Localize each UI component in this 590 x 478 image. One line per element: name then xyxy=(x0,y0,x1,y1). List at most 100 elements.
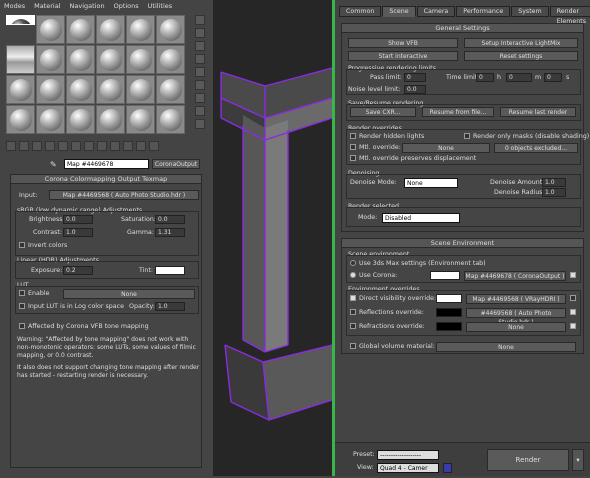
material-type-button[interactable]: CoronaOutput xyxy=(152,159,200,169)
scene-environment-title[interactable]: Scene Environment xyxy=(342,239,583,248)
setup-lightmix-button[interactable]: Setup Interactive LightMix xyxy=(464,38,578,48)
tab-common[interactable]: Common xyxy=(339,6,382,17)
only-masks-checkbox[interactable] xyxy=(464,133,470,141)
corona-env-map-button[interactable]: Map #4469678 ( CoronaOutput ) xyxy=(464,271,566,281)
menu-modes[interactable]: Modes xyxy=(4,2,25,10)
tab-camera[interactable]: Camera xyxy=(416,6,456,17)
material-slot[interactable] xyxy=(156,105,185,134)
sample-type-icon[interactable] xyxy=(195,15,205,25)
start-interactive-button[interactable]: Start interactive xyxy=(348,51,458,61)
pass-limit-input[interactable]: 0 xyxy=(404,73,426,82)
reflections-map-button[interactable]: #4469568 ( Auto Photo Studio.hdr ) xyxy=(466,308,566,326)
refractions-map-checkbox[interactable] xyxy=(570,323,576,331)
hours-input[interactable]: 0 xyxy=(476,73,494,82)
material-slot[interactable] xyxy=(6,15,35,25)
camera-viewport[interactable] xyxy=(213,0,333,476)
show-map-icon[interactable] xyxy=(110,141,120,151)
tab-performance[interactable]: Performance xyxy=(456,6,511,17)
material-slot[interactable] xyxy=(156,75,185,104)
options-icon[interactable] xyxy=(195,93,205,103)
put-to-library-icon[interactable] xyxy=(84,141,94,151)
gamma-input[interactable]: 1.31 xyxy=(155,228,185,237)
reflections-checkbox[interactable] xyxy=(350,309,356,317)
go-to-parent-icon[interactable] xyxy=(136,141,146,151)
tab-system[interactable]: System xyxy=(511,6,549,17)
put-to-scene-icon[interactable] xyxy=(19,141,29,151)
direct-visibility-map-button[interactable]: Map #4469568 ( VRayHDRI ) xyxy=(466,294,566,304)
denoise-radius-input[interactable]: 1.0 xyxy=(542,188,566,197)
resume-last-render-button[interactable]: Resume last render xyxy=(500,107,576,117)
get-material-icon[interactable] xyxy=(6,141,16,151)
preserve-displacement-checkbox[interactable] xyxy=(350,155,356,163)
mtl-override-button[interactable]: None xyxy=(402,143,490,153)
contrast-input[interactable]: 1.0 xyxy=(63,228,93,237)
general-settings-title[interactable]: General Settings xyxy=(342,24,583,33)
material-slot[interactable] xyxy=(96,75,125,104)
render-button[interactable]: Render xyxy=(487,449,569,471)
brightness-input[interactable]: 0.0 xyxy=(63,215,93,224)
material-slot[interactable] xyxy=(96,45,125,74)
lut-log-checkbox[interactable] xyxy=(19,303,25,311)
material-slot[interactable] xyxy=(126,45,155,74)
backlight-icon[interactable] xyxy=(195,28,205,38)
noise-limit-input[interactable]: 0.0 xyxy=(404,85,426,94)
direct-visibility-map-checkbox[interactable] xyxy=(570,295,576,303)
tab-scene[interactable]: Scene xyxy=(382,6,416,17)
render-selected-mode-select[interactable]: Disabled xyxy=(382,213,460,223)
lock-view-icon[interactable] xyxy=(443,463,452,473)
refractions-color-swatch[interactable] xyxy=(436,322,462,331)
material-slot[interactable] xyxy=(6,75,35,104)
menu-options[interactable]: Options xyxy=(114,2,139,10)
menu-utilities[interactable]: Utilities xyxy=(148,2,172,10)
reset-settings-button[interactable]: Reset settings xyxy=(464,51,578,61)
invert-colors-checkbox[interactable] xyxy=(19,242,25,250)
material-slot[interactable] xyxy=(126,75,155,104)
excluded-objects-button[interactable]: 0 objects excluded... xyxy=(494,143,578,153)
show-end-result-icon[interactable] xyxy=(123,141,133,151)
denoise-mode-select[interactable]: None xyxy=(404,178,458,188)
assign-to-selection-icon[interactable] xyxy=(32,141,42,151)
lut-enable-checkbox[interactable] xyxy=(19,290,25,298)
reflections-map-checkbox[interactable] xyxy=(570,309,576,317)
material-slot[interactable] xyxy=(36,15,65,44)
refractions-map-button[interactable]: None xyxy=(466,322,566,332)
material-slot[interactable] xyxy=(36,105,65,134)
minutes-input[interactable]: 0 xyxy=(506,73,532,82)
opacity-input[interactable]: 1.0 xyxy=(155,302,185,311)
material-slot[interactable] xyxy=(66,15,95,44)
direct-visibility-color-swatch[interactable] xyxy=(436,294,462,303)
background-icon[interactable] xyxy=(195,41,205,51)
rollout-title[interactable]: Corona Colormapping Output Texmap xyxy=(11,175,201,184)
seconds-input[interactable]: 0 xyxy=(544,73,562,82)
video-color-check-icon[interactable] xyxy=(195,67,205,77)
material-slot[interactable] xyxy=(156,45,185,74)
material-slot[interactable] xyxy=(66,75,95,104)
saturation-input[interactable]: 0.0 xyxy=(155,215,185,224)
use-3dsmax-radio[interactable] xyxy=(350,260,356,268)
material-slot[interactable] xyxy=(126,15,155,44)
uv-tiling-icon[interactable] xyxy=(195,54,205,64)
preset-select[interactable]: ------------------- xyxy=(377,450,439,460)
global-volume-checkbox[interactable] xyxy=(350,343,356,351)
copy-material-icon[interactable] xyxy=(58,141,68,151)
tint-color-swatch[interactable] xyxy=(155,266,185,275)
lut-file-button[interactable]: None xyxy=(63,289,195,299)
go-forward-sibling-icon[interactable] xyxy=(149,141,159,151)
material-slot[interactable] xyxy=(6,45,35,74)
use-corona-radio[interactable] xyxy=(350,272,356,280)
select-by-material-icon[interactable] xyxy=(195,106,205,116)
material-slot[interactable] xyxy=(66,105,95,134)
material-slot[interactable] xyxy=(66,45,95,74)
material-id-icon[interactable] xyxy=(97,141,107,151)
direct-visibility-checkbox[interactable] xyxy=(350,295,356,303)
denoise-amount-input[interactable]: 1.0 xyxy=(542,178,566,187)
eyedropper-icon[interactable]: ✎ xyxy=(50,160,57,169)
corona-env-color-swatch[interactable] xyxy=(430,271,460,280)
exposure-input[interactable]: 0.2 xyxy=(63,266,93,275)
refractions-checkbox[interactable] xyxy=(350,323,356,331)
tab-render-elements[interactable]: Render Elements xyxy=(549,6,590,25)
make-preview-icon[interactable] xyxy=(195,80,205,90)
reset-map-icon[interactable] xyxy=(45,141,55,151)
save-cxr-button[interactable]: Save CXR... xyxy=(350,107,416,117)
corona-env-map-checkbox[interactable] xyxy=(570,272,576,280)
